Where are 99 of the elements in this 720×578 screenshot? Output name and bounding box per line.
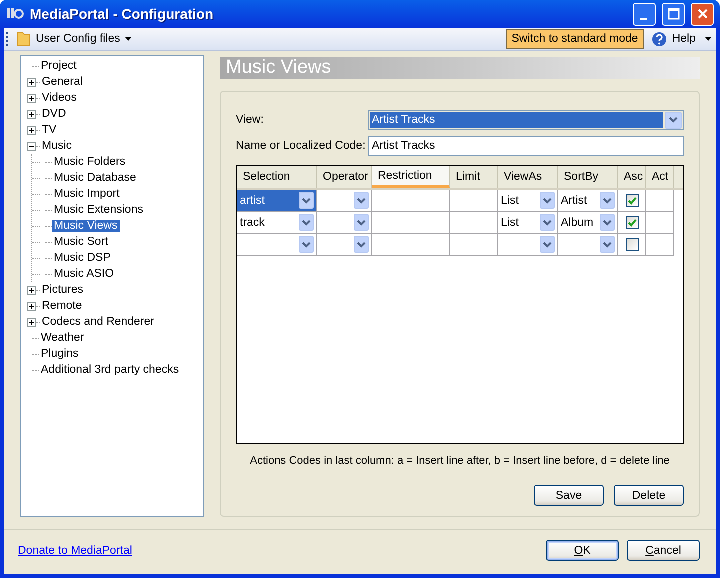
tree-item[interactable]: Music Views [52, 220, 120, 232]
window-title: MediaPortal - Configuration [30, 6, 215, 22]
table-cell[interactable] [646, 234, 674, 256]
expand-icon[interactable] [27, 78, 36, 86]
expand-icon[interactable] [27, 302, 36, 310]
page-title: Music Views [220, 57, 700, 79]
tree-item[interactable]: Videos [40, 92, 79, 104]
caret-icon [125, 37, 132, 41]
expand-icon[interactable] [27, 126, 36, 134]
maximize-icon [668, 8, 680, 20]
tree-item[interactable]: Music [40, 140, 74, 152]
name-field[interactable]: Artist Tracks [368, 136, 684, 156]
caret-icon [357, 220, 366, 226]
table-cell[interactable] [450, 212, 498, 234]
view-dropdown[interactable]: Artist Tracks [368, 110, 684, 130]
caret-icon [543, 242, 552, 248]
caret-icon [603, 220, 612, 226]
grid-dropdown-cell[interactable]: Album [558, 212, 618, 234]
column-header[interactable]: ViewAs [498, 166, 558, 188]
expand-icon[interactable] [27, 286, 36, 294]
table-cell[interactable] [646, 190, 674, 212]
tree-item[interactable]: Remote [40, 300, 84, 312]
config-files-menu[interactable]: User Config files [13, 31, 136, 47]
grid-dropdown-cell[interactable]: List [498, 212, 558, 234]
caret-icon [543, 198, 552, 204]
grid-dropdown-cell[interactable]: Artist [558, 190, 618, 212]
table-cell[interactable] [372, 190, 450, 212]
column-header[interactable]: Selection [237, 166, 317, 188]
grid-dropdown-cell[interactable]: track [237, 212, 317, 234]
cancel-button[interactable]: Cancel [627, 540, 700, 561]
table-cell[interactable] [372, 212, 450, 234]
caret-icon [302, 220, 311, 226]
asc-checkbox[interactable] [626, 216, 639, 229]
tree-item[interactable]: Music Extensions [52, 204, 146, 216]
table-cell[interactable] [646, 212, 674, 234]
tree-item[interactable]: General [40, 76, 85, 88]
tree-item[interactable]: DVD [40, 108, 68, 120]
grid-dropdown-cell[interactable] [498, 234, 558, 256]
expand-icon[interactable] [27, 318, 36, 326]
tree-item[interactable]: Music Sort [52, 236, 110, 248]
field-label: Name or Localized Code: [236, 140, 367, 152]
caret-icon [543, 220, 552, 226]
caret-icon [357, 198, 366, 204]
caret-icon [302, 242, 311, 248]
close-icon [696, 8, 708, 20]
donate-link[interactable]: Donate to MediaPortal [18, 544, 132, 556]
column-header[interactable]: Asc [618, 166, 646, 188]
grid-dropdown-cell[interactable] [317, 190, 372, 212]
grid-dropdown-cell[interactable] [317, 212, 372, 234]
tree-item[interactable]: Plugins [39, 348, 81, 360]
collapse-icon[interactable] [27, 142, 36, 150]
column-header[interactable]: Restriction [372, 166, 450, 188]
column-header[interactable]: SortBy [558, 166, 618, 188]
tree-item[interactable]: Music DSP [52, 252, 113, 264]
tree-item[interactable]: Codecs and Renderer [40, 316, 157, 328]
tree-item[interactable]: Pictures [40, 284, 86, 296]
grid-dropdown-cell[interactable]: List [498, 190, 558, 212]
help-text: Actions Codes in last column: a = Insert line after, b = Insert line before, d = delete line [249, 455, 671, 467]
expand-icon[interactable] [27, 94, 36, 102]
tree-item[interactable]: TV [40, 124, 59, 136]
tree-item[interactable]: Music Import [52, 188, 122, 200]
caret-icon [705, 37, 712, 41]
help-icon [652, 32, 668, 46]
caret-icon [302, 198, 311, 204]
asc-checkbox[interactable] [626, 238, 639, 251]
save-button[interactable]: Save [534, 485, 604, 506]
expand-icon[interactable] [27, 110, 36, 118]
help-menu[interactable]: Help [648, 32, 716, 46]
folder-icon [17, 31, 31, 47]
table-cell[interactable] [372, 234, 450, 256]
tree-item[interactable]: Music Database [52, 172, 138, 184]
close-button[interactable] [691, 2, 714, 26]
tree-item[interactable]: Project [39, 60, 79, 72]
minimize-icon [640, 18, 646, 20]
app-logo-icon [6, 6, 24, 22]
minimize-button[interactable] [633, 2, 656, 26]
tree-item[interactable]: Music ASIO [52, 268, 116, 280]
maximize-button[interactable] [662, 2, 685, 26]
caret-icon [603, 198, 612, 204]
delete-button[interactable]: Delete [614, 485, 684, 506]
caret-icon [669, 117, 678, 123]
tree-item[interactable]: Additional 3rd party checks [39, 364, 182, 376]
column-header[interactable]: Limit [450, 166, 498, 188]
tree-item[interactable]: Weather [39, 332, 86, 344]
grid-dropdown-cell[interactable] [237, 234, 317, 256]
column-header[interactable]: Act [646, 166, 674, 188]
caret-icon [357, 242, 366, 248]
grid-dropdown-cell[interactable]: artist [237, 190, 317, 212]
grip-icon [6, 31, 9, 47]
table-cell[interactable] [450, 234, 498, 256]
caret-icon [603, 242, 612, 248]
grid-dropdown-cell[interactable] [558, 234, 618, 256]
ok-button[interactable]: OK [546, 540, 619, 561]
table-cell[interactable] [450, 190, 498, 212]
field-label: View: [236, 114, 265, 126]
asc-checkbox[interactable] [626, 194, 639, 207]
standard-mode-button[interactable]: Switch to standard mode [506, 29, 644, 49]
tree-item[interactable]: Music Folders [52, 156, 128, 168]
grid-dropdown-cell[interactable] [317, 234, 372, 256]
